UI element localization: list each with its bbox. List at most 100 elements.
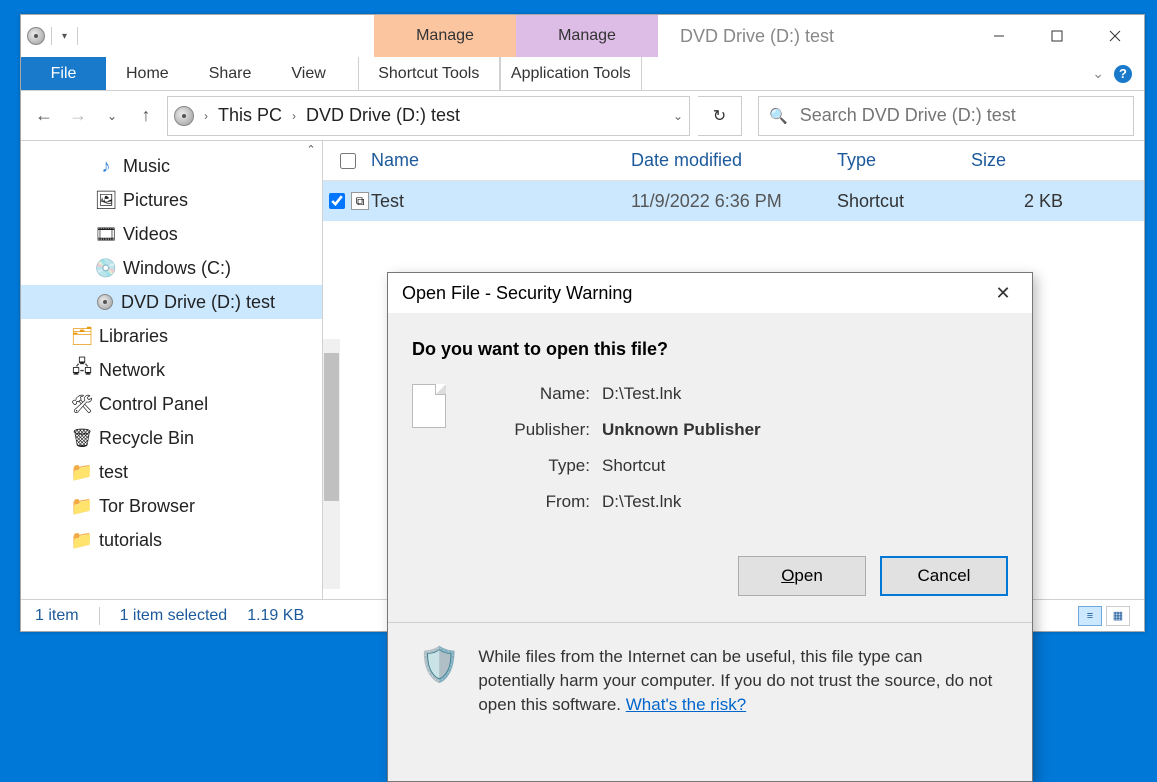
tab-shortcut-tools[interactable]: Shortcut Tools: [358, 57, 500, 90]
close-button[interactable]: ✕: [988, 283, 1018, 304]
tree-item-label: Tor Browser: [99, 496, 195, 517]
maximize-button[interactable]: [1028, 15, 1086, 57]
tree-item-recycle-bin[interactable]: 🗑 Recycle Bin: [21, 421, 322, 455]
info-value-type: Shortcut: [602, 456, 1008, 476]
app-icon: [27, 27, 45, 45]
tree-item-drive-c[interactable]: 💿 Windows (C:): [21, 251, 322, 285]
status-selected-count: 1 item selected: [120, 607, 228, 625]
disc-icon: [97, 294, 113, 310]
tree-item-dvd-drive[interactable]: DVD Drive (D:) test: [21, 285, 322, 319]
folder-icon: 📁: [73, 463, 91, 481]
tree-item-folder-tor[interactable]: 📁 Tor Browser: [21, 489, 322, 523]
security-warning-dialog: Open File - Security Warning ✕ Do you wa…: [387, 272, 1033, 782]
file-icon: [412, 384, 446, 428]
forward-button[interactable]: →: [65, 103, 91, 129]
select-all-checkbox[interactable]: [340, 153, 356, 169]
recent-locations-dropdown[interactable]: ⌄: [99, 103, 125, 129]
tree-item-libraries[interactable]: 🗂 Libraries: [21, 319, 322, 353]
contextual-tab-group-application: Manage: [516, 15, 658, 57]
tree-scroll-up[interactable]: ⌃: [303, 143, 319, 156]
scrollbar-thumb[interactable]: [324, 353, 339, 501]
dialog-title: Open File - Security Warning: [402, 283, 632, 304]
file-type: Shortcut: [837, 191, 971, 212]
back-button[interactable]: ←: [31, 103, 57, 129]
tree-item-folder-test[interactable]: 📁 test: [21, 455, 322, 489]
details-view-button[interactable]: ≡: [1078, 606, 1102, 626]
file-size: 2 KB: [971, 191, 1081, 212]
expand-ribbon-icon[interactable]: ⌄: [1092, 65, 1104, 82]
qat-separator: [51, 27, 52, 45]
file-checkbox[interactable]: [329, 193, 345, 209]
tree-item-videos[interactable]: 🎞Videos: [21, 217, 322, 251]
breadcrumb[interactable]: DVD Drive (D:) test: [306, 105, 460, 126]
thumbnails-view-button[interactable]: ▦: [1106, 606, 1130, 626]
shield-icon: 🛡️: [418, 645, 460, 716]
close-button[interactable]: [1086, 15, 1144, 57]
shortcut-icon: ⧉: [351, 192, 369, 210]
tree-item-label: test: [99, 462, 128, 483]
column-name[interactable]: ⌃ Name: [371, 150, 631, 171]
column-date-modified[interactable]: Date modified: [631, 150, 837, 171]
file-row[interactable]: ⧉ Test 11/9/2022 6:36 PM Shortcut 2 KB: [323, 181, 1144, 221]
network-icon: 🖧: [73, 361, 91, 379]
sort-indicator-icon: ⌃: [497, 141, 505, 149]
file-name: Test: [371, 191, 631, 212]
titlebar: ▾ Manage Manage DVD Drive (D:) test: [21, 15, 1144, 57]
tab-file[interactable]: File: [21, 57, 106, 90]
recycle-icon: 🗑: [73, 429, 91, 447]
libraries-icon: 🗂: [73, 327, 91, 345]
tab-application-tools[interactable]: Application Tools: [500, 57, 642, 90]
search-box[interactable]: 🔍: [758, 96, 1134, 136]
contextual-tab-group-shortcut: Manage: [374, 15, 516, 57]
tree-item-network[interactable]: 🖧Network: [21, 353, 322, 387]
drive-icon: 💿: [97, 259, 115, 277]
whats-the-risk-link[interactable]: What's the risk?: [626, 695, 746, 714]
navigation-tree[interactable]: ⌃ ♪Music 🖼Pictures 🎞Videos 💿 Windows (C:)…: [21, 141, 323, 599]
breadcrumb[interactable]: This PC: [218, 105, 282, 126]
status-item-count: 1 item: [35, 607, 79, 625]
info-value-from: D:\Test.lnk: [602, 492, 1008, 512]
tree-item-label: DVD Drive (D:) test: [121, 292, 275, 313]
tree-item-label: Pictures: [123, 190, 188, 211]
status-selected-size: 1.19 KB: [247, 607, 304, 625]
cancel-button[interactable]: Cancel: [880, 556, 1008, 596]
column-size[interactable]: Size: [971, 150, 1081, 171]
qat-separator: [77, 27, 78, 45]
tree-item-folder-tutorials[interactable]: 📁tutorials: [21, 523, 322, 557]
minimize-button[interactable]: [970, 15, 1028, 57]
address-bar[interactable]: › This PC › DVD Drive (D:) test ⌄: [167, 96, 690, 136]
column-headers: ⌃ Name Date modified Type Size: [323, 141, 1144, 181]
up-button[interactable]: ↑: [133, 103, 159, 129]
info-label-name: Name:: [480, 384, 590, 404]
scrollbar[interactable]: [323, 339, 340, 589]
tree-item-pictures[interactable]: 🖼Pictures: [21, 183, 322, 217]
folder-icon: 📁: [73, 531, 91, 549]
videos-icon: 🎞: [97, 225, 115, 243]
refresh-button[interactable]: ↻: [698, 96, 742, 136]
help-icon[interactable]: ?: [1114, 65, 1132, 83]
search-input[interactable]: [798, 104, 1123, 127]
footer-warning-text: While files from the Internet can be use…: [478, 645, 1002, 716]
tree-item-control-panel[interactable]: 🛠Control Panel: [21, 387, 322, 421]
chevron-right-icon[interactable]: ›: [204, 109, 208, 123]
address-dropdown[interactable]: ⌄: [673, 109, 683, 123]
tree-item-label: Recycle Bin: [99, 428, 194, 449]
tab-home[interactable]: Home: [106, 57, 189, 90]
folder-icon: 📁: [73, 497, 91, 515]
tree-item-label: Libraries: [99, 326, 168, 347]
chevron-right-icon[interactable]: ›: [292, 109, 296, 123]
tree-item-label: Windows (C:): [123, 258, 231, 279]
tree-item-music[interactable]: ♪Music: [21, 149, 322, 183]
column-label: Name: [371, 150, 419, 170]
column-type[interactable]: Type: [837, 150, 971, 171]
file-date: 11/9/2022 6:36 PM: [631, 191, 837, 212]
status-separator: [99, 607, 100, 625]
tab-share[interactable]: Share: [189, 57, 272, 90]
qat-dropdown[interactable]: ▾: [58, 31, 71, 42]
location-icon: [174, 106, 194, 126]
tab-view[interactable]: View: [271, 57, 345, 90]
search-icon: 🔍: [769, 107, 788, 125]
music-icon: ♪: [97, 157, 115, 175]
navigation-bar: ← → ⌄ ↑ › This PC › DVD Drive (D:) test …: [21, 91, 1144, 141]
open-button[interactable]: Open: [738, 556, 866, 596]
